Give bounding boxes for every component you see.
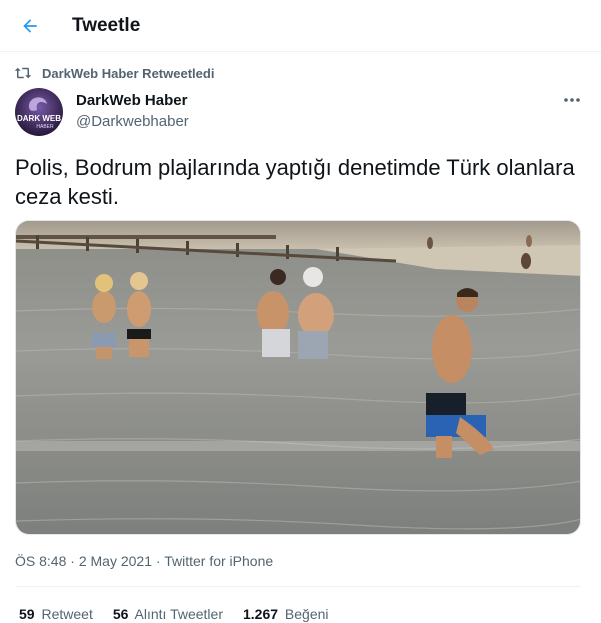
avatar[interactable]: DARK WEB HABER — [15, 88, 63, 136]
retweeted-by-label[interactable]: DarkWeb Haber Retweetledi — [42, 66, 214, 81]
more-horizontal-icon — [564, 98, 580, 102]
meta-separator: · — [70, 553, 75, 569]
quotes-count: 56 — [112, 606, 129, 622]
quotes-label: Alıntı Tweetler — [134, 606, 223, 622]
retweet-icon — [14, 67, 32, 79]
tweet-stats: 59 Retweet 56 Alıntı Tweetler 1.267 Beğe… — [19, 606, 349, 622]
tweet-meta: ÖS 8:48 · 2 May 2021 · Twitter for iPhon… — [15, 553, 273, 569]
author-handle[interactable]: @Darkwebhaber — [76, 113, 189, 130]
retweet-context: DarkWeb Haber Retweetledi — [14, 64, 214, 82]
retweets-stat[interactable]: 59 Retweet — [19, 606, 93, 622]
retweets-label: Retweet — [41, 606, 93, 622]
avatar-text-primary: DARK WEB — [17, 114, 61, 123]
likes-count: 1.267 — [242, 606, 279, 622]
back-button[interactable] — [14, 10, 46, 42]
quotes-stat[interactable]: 56 Alıntı Tweetler — [113, 606, 223, 622]
tweet-source[interactable]: Twitter for iPhone — [164, 553, 273, 569]
divider — [15, 586, 581, 587]
likes-stat[interactable]: 1.267 Beğeni — [243, 606, 329, 622]
tweet-photo[interactable] — [15, 220, 581, 535]
avatar-text-secondary: HABER — [36, 124, 54, 130]
tweet-date[interactable]: 2 May 2021 — [79, 553, 152, 569]
arrow-left-icon — [23, 19, 37, 33]
more-button[interactable] — [560, 88, 584, 112]
likes-label: Beğeni — [284, 606, 329, 622]
meta-separator: · — [155, 553, 161, 569]
tweet-text: Polis, Bodrum plajlarında yaptığı deneti… — [15, 155, 575, 209]
author-name[interactable]: DarkWeb Haber — [76, 92, 187, 109]
retweets-count: 59 — [19, 606, 35, 622]
page-title: Tweetle — [72, 15, 141, 36]
top-bar: Tweetle — [0, 0, 601, 52]
tweet-time[interactable]: ÖS 8:48 — [15, 553, 66, 569]
